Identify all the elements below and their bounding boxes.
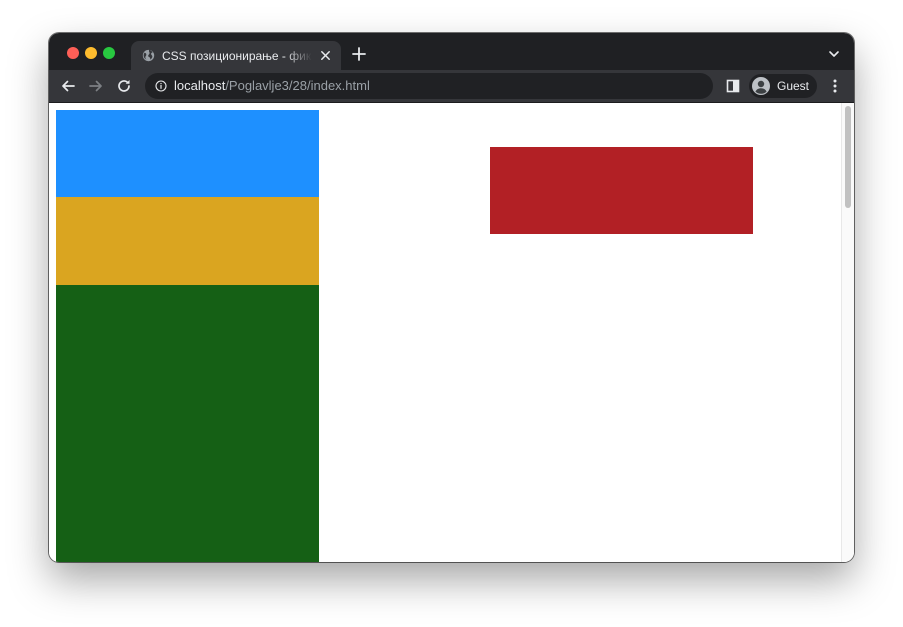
tab-strip: CSS позиционирање - фиксно позиционирање [49, 33, 854, 70]
scrollbar-thumb[interactable] [845, 106, 851, 208]
info-icon[interactable] [155, 80, 167, 92]
green-box [56, 285, 319, 562]
tab-title: CSS позиционирање - фиксно позиционирање [162, 49, 312, 63]
arrow-right-icon[interactable] [88, 78, 104, 94]
window-minimize-button[interactable] [85, 47, 97, 59]
side-panel-icon[interactable] [725, 78, 741, 94]
address-bar[interactable]: localhost/Poglavlje3/28/index.html [145, 73, 713, 99]
toolbar: localhost/Poglavlje3/28/index.html Guest [49, 70, 854, 103]
profile-button[interactable]: Guest [749, 74, 817, 98]
blue-box [56, 110, 319, 197]
url-path: /Poglavlje3/28/index.html [225, 78, 370, 93]
profile-label: Guest [777, 79, 810, 93]
arrow-left-icon[interactable] [60, 78, 76, 94]
url-host: localhost [174, 78, 226, 93]
kebab-menu-icon[interactable] [827, 78, 843, 94]
page-viewport [49, 103, 854, 562]
tab-active[interactable]: CSS позиционирање - фиксно позиционирање [131, 41, 341, 70]
globe-icon [142, 49, 155, 62]
reload-icon[interactable] [116, 78, 132, 94]
account-icon [752, 77, 770, 95]
window-maximize-button[interactable] [103, 47, 115, 59]
browser-window: CSS позиционирање - фиксно позиционирање [49, 33, 854, 562]
window-close-button[interactable] [67, 47, 79, 59]
chevron-down-icon[interactable] [828, 49, 840, 59]
vertical-scrollbar[interactable] [841, 103, 854, 562]
url-text[interactable]: localhost/Poglavlje3/28/index.html [174, 78, 370, 94]
plus-icon[interactable] [352, 47, 366, 61]
red-box [490, 147, 753, 234]
gold-box [56, 197, 319, 285]
close-icon[interactable] [319, 49, 332, 62]
